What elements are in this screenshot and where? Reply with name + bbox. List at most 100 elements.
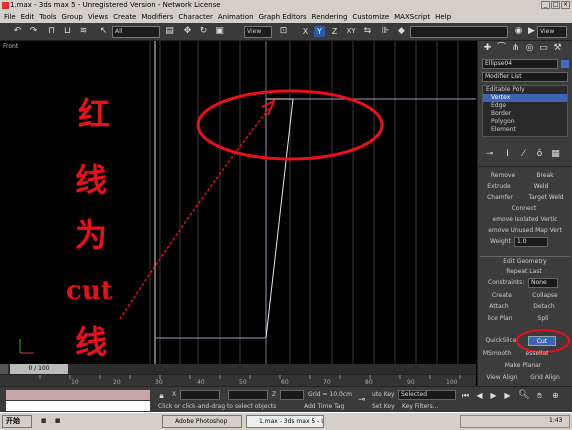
stack-polygon[interactable]: Polygon <box>483 118 567 126</box>
utilities-tab-icon[interactable]: ⚒ <box>552 43 563 54</box>
show-end-result-icon[interactable]: Ⅰ <box>502 149 513 160</box>
start-button[interactable]: 开始 <box>2 415 32 428</box>
time-slider-bar[interactable]: 0 / 100 <box>0 364 476 374</box>
grid-align-button[interactable]: Grid Align <box>524 373 566 383</box>
modifier-list-dropdown[interactable]: Modifier List <box>482 72 568 82</box>
make-planar-button[interactable]: Make Planar <box>498 361 548 371</box>
render-view-dropdown[interactable]: View <box>537 26 567 38</box>
time-slider-thumb[interactable]: 0 / 100 <box>10 364 68 374</box>
coord-y-field[interactable] <box>228 390 268 400</box>
menu-help[interactable]: Help <box>435 13 451 21</box>
maxscript-input[interactable] <box>6 401 150 411</box>
rotate-icon[interactable]: ↻ <box>198 26 209 37</box>
bind-space-warp-icon[interactable]: ≋ <box>78 26 89 37</box>
quickslice-button[interactable]: QuickSlice <box>482 336 520 346</box>
pan-icon[interactable]: ✋︎ <box>534 390 545 401</box>
pin-stack-icon[interactable]: ⊸ <box>484 149 495 160</box>
scale-icon[interactable]: ▣ <box>214 26 225 37</box>
render-scene-icon[interactable]: ◉ <box>513 26 524 37</box>
link-icon[interactable]: ⊓ <box>46 26 57 37</box>
quick-render-icon[interactable]: ▶ <box>526 26 537 37</box>
move-icon[interactable]: ✥ <box>182 26 193 37</box>
constraints-dropdown[interactable]: None <box>528 278 558 288</box>
maximize-button[interactable]: □ <box>551 1 560 9</box>
target-weld-button[interactable]: Target Weld <box>522 193 570 203</box>
hierarchy-tab-icon[interactable]: ⋔ <box>510 43 521 54</box>
zoom-icon[interactable]: 🔍︎ <box>518 390 529 401</box>
selection-filter-dropdown[interactable]: All <box>112 26 160 38</box>
remove-modifier-icon[interactable]: ǒ <box>534 149 545 160</box>
remove-isolated-vertices-button[interactable]: emove Isolated Vertic <box>480 215 570 225</box>
task-3dsmax[interactable]: 1.max - 3ds max 5 - Unre... <box>246 415 324 428</box>
menu-file[interactable]: File <box>4 13 16 21</box>
menu-character[interactable]: Character <box>178 13 213 21</box>
prev-frame-icon[interactable]: ◀ <box>474 390 485 401</box>
unlink-icon[interactable]: ⊔ <box>62 26 73 37</box>
maxscript-listener-mini[interactable] <box>6 390 150 400</box>
ref-coord-dropdown[interactable]: View <box>244 26 272 38</box>
menu-edit[interactable]: Edit <box>21 13 35 21</box>
chamfer-button[interactable]: Chamfer <box>484 193 516 203</box>
attach-button[interactable]: Attach <box>484 302 514 312</box>
menu-tools[interactable]: Tools <box>39 13 56 21</box>
coord-x-field[interactable] <box>180 390 220 400</box>
task-photoshop[interactable]: Adobe Photoshop <box>162 415 242 428</box>
repeat-last-button[interactable]: Repeat Last <box>496 267 552 277</box>
set-key-button[interactable]: Set Key <box>372 403 395 410</box>
remove-button[interactable]: Remove <box>484 171 522 181</box>
weld-button[interactable]: Weld <box>526 182 556 192</box>
object-name-field[interactable]: Ellipse04 <box>482 59 558 69</box>
menu-animation[interactable]: Animation <box>218 13 254 21</box>
edit-geometry-rollout[interactable]: Edit Geometry <box>480 256 570 265</box>
display-tab-icon[interactable]: ▭ <box>538 43 549 54</box>
split-checkbox[interactable]: Spli <box>530 314 556 324</box>
menu-modifiers[interactable]: Modifiers <box>141 13 173 21</box>
named-selection-field[interactable] <box>410 26 508 38</box>
create-tab-icon[interactable]: ✚ <box>482 43 493 54</box>
create-button[interactable]: Create <box>484 291 520 301</box>
axis-y-button[interactable]: Y <box>314 26 325 37</box>
key-filters-button[interactable]: Key Filters... <box>402 403 439 410</box>
slice-plane-button[interactable]: lice Plan <box>480 314 520 324</box>
key-selection-dropdown[interactable]: Selected <box>398 390 456 400</box>
close-button[interactable]: × <box>561 1 570 9</box>
object-color-swatch[interactable] <box>561 60 569 68</box>
auto-key-button[interactable]: uto Key <box>372 391 395 398</box>
detach-button[interactable]: Detach <box>526 302 562 312</box>
break-button[interactable]: Break <box>526 171 564 181</box>
make-unique-icon[interactable]: ⁄ <box>518 149 529 160</box>
play-icon[interactable]: ▶ <box>488 390 499 401</box>
quicklaunch-icon-1[interactable]: ▪ <box>38 416 49 427</box>
stack-element[interactable]: Element <box>483 126 567 134</box>
connect-button[interactable]: Connect <box>503 204 545 214</box>
minimize-button[interactable]: _ <box>541 1 550 9</box>
redo-icon[interactable]: ↷ <box>28 26 39 37</box>
stack-border[interactable]: Border <box>483 110 567 118</box>
tessellate-button[interactable]: essellat <box>522 349 552 359</box>
msmooth-button[interactable]: MSmooth <box>482 349 512 359</box>
cut-edge-line[interactable] <box>265 98 294 339</box>
next-frame-icon[interactable]: ▶ <box>502 390 513 401</box>
view-align-button[interactable]: View Align <box>482 373 522 383</box>
menu-create[interactable]: Create <box>113 13 136 21</box>
quicklaunch-icon-2[interactable]: ▪ <box>52 416 63 427</box>
weight-spinner[interactable]: 1.0 <box>514 237 548 247</box>
motion-tab-icon[interactable]: ◎ <box>524 43 535 54</box>
axis-x-button[interactable]: X <box>300 26 311 37</box>
menu-views[interactable]: Views <box>88 13 108 21</box>
select-arrow-icon[interactable]: ↖ <box>98 26 109 37</box>
axis-xy-button[interactable]: XY <box>344 26 358 37</box>
add-time-tag-button[interactable]: Add Time Tag <box>304 403 344 410</box>
mirror-icon[interactable]: ⇆ <box>362 26 373 37</box>
pivot-center-icon[interactable]: ⊡ <box>278 26 289 37</box>
remove-unused-map-verts-button[interactable]: emove Unused Map Vert <box>480 226 570 236</box>
modify-tab-icon[interactable]: ⌒ <box>496 43 507 54</box>
front-viewport[interactable]: Front 红 线 为 cut 线 <box>0 41 476 364</box>
menu-group[interactable]: Group <box>62 13 83 21</box>
material-editor-icon[interactable]: ◆ <box>396 26 407 37</box>
menu-maxscript[interactable]: MAXScript <box>394 13 430 21</box>
undo-icon[interactable]: ↶ <box>12 26 23 37</box>
collapse-button[interactable]: Collapse <box>524 291 566 301</box>
extrude-button[interactable]: Extrude <box>484 182 514 192</box>
configure-sets-icon[interactable]: ▦ <box>550 149 561 160</box>
